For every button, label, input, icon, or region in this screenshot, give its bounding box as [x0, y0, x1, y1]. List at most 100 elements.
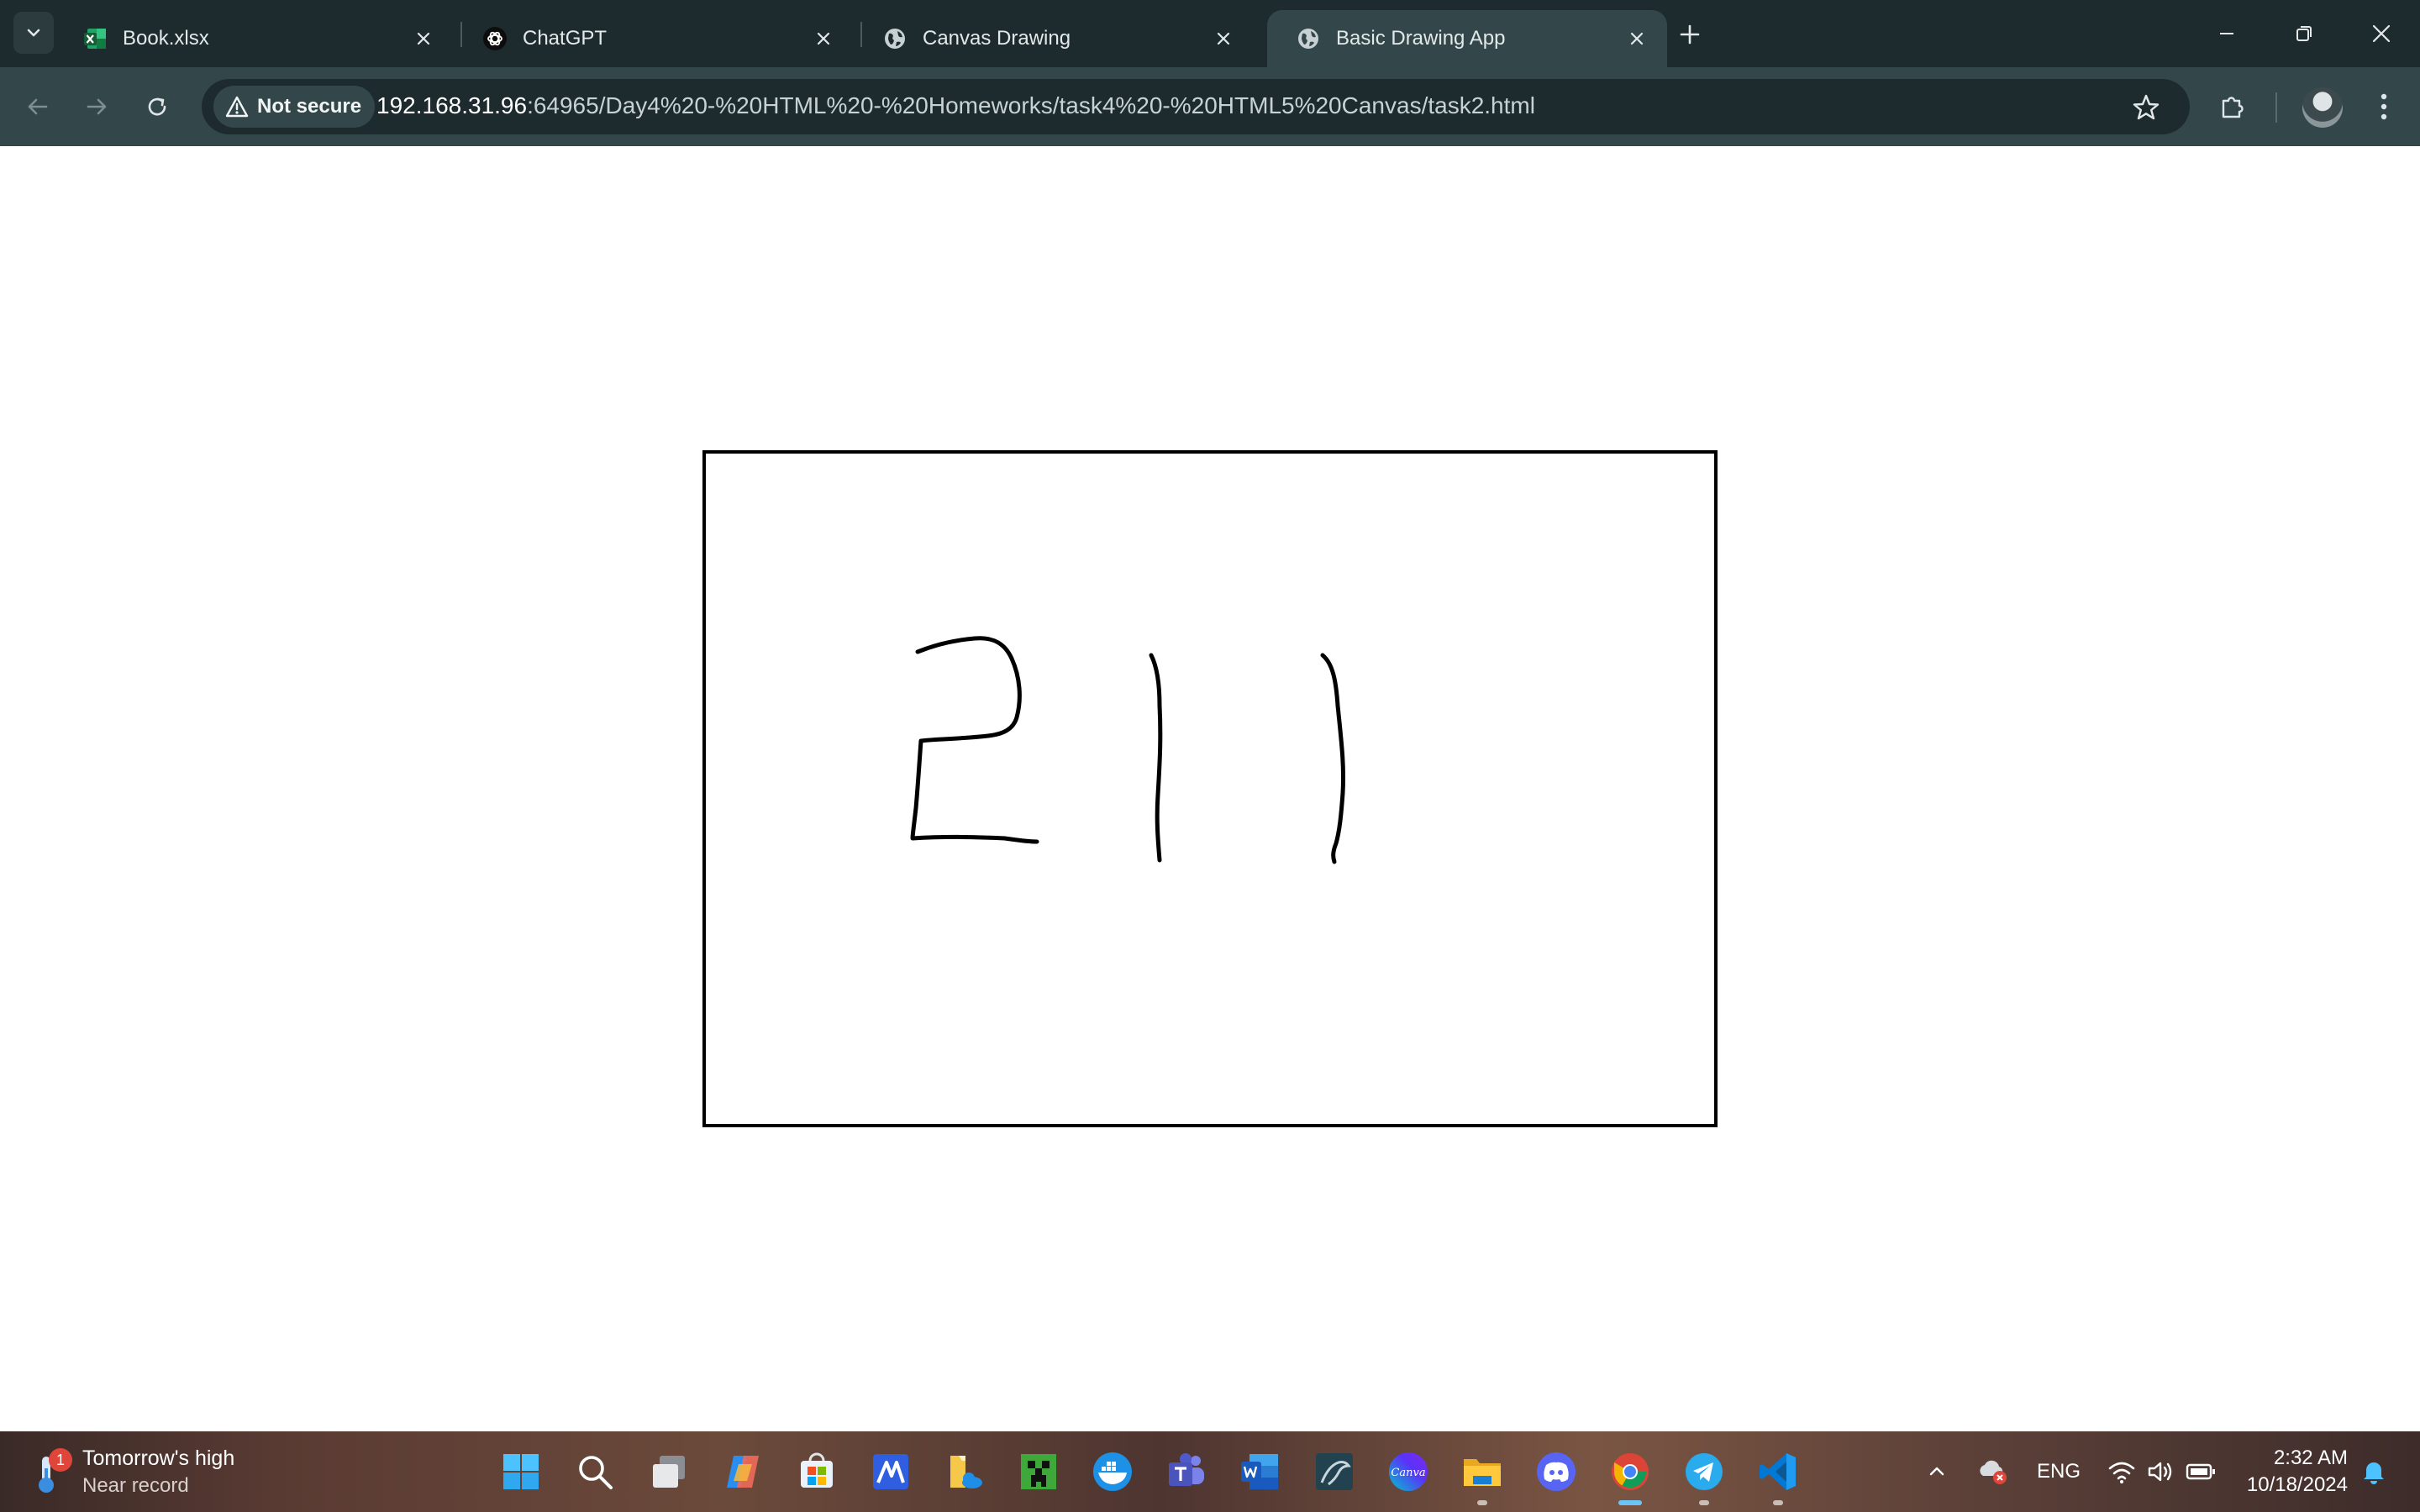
folder-cloud-icon — [950, 1456, 982, 1488]
creeper-icon — [1021, 1454, 1056, 1489]
tab-book-xlsx[interactable]: Book.xlsx — [54, 10, 454, 67]
close-icon[interactable] — [807, 22, 840, 55]
battery-status[interactable] — [2180, 1446, 2222, 1497]
close-icon[interactable] — [1207, 22, 1240, 55]
chatgpt-icon — [482, 26, 508, 51]
weather-widget[interactable]: 1 Tomorrow's high Near record — [30, 1441, 234, 1502]
notifications-button[interactable] — [2353, 1446, 2395, 1497]
stroke-digit-2 — [910, 636, 1039, 844]
telegram-icon — [1686, 1453, 1723, 1490]
running-indicator — [1773, 1500, 1783, 1505]
docker-icon — [1093, 1452, 1132, 1491]
language-indicator[interactable]: ENG — [2037, 1460, 2081, 1483]
docker-button[interactable] — [1087, 1446, 1138, 1497]
running-indicator — [1699, 1500, 1709, 1505]
tab-title: Book.xlsx — [123, 27, 209, 50]
teams-button[interactable] — [1161, 1446, 1212, 1497]
vscode-button[interactable] — [1753, 1446, 1803, 1505]
web-page-content — [0, 146, 2420, 1431]
word-button[interactable] — [1235, 1446, 1286, 1497]
weather-subline: Near record — [82, 1473, 189, 1497]
tab-title: Basic Drawing App — [1336, 27, 1506, 50]
telegram-button[interactable] — [1679, 1446, 1729, 1505]
security-indicator[interactable]: Not secure — [213, 86, 376, 128]
chrome-icon — [1612, 1453, 1649, 1490]
profile-avatar[interactable] — [2302, 87, 2343, 128]
bookmark-star-button[interactable] — [2128, 89, 2165, 126]
m-app-icon — [873, 1454, 908, 1489]
start-button[interactable] — [496, 1446, 546, 1497]
microsoft-store-button[interactable] — [792, 1446, 842, 1497]
discord-icon — [1537, 1452, 1576, 1491]
close-window-button[interactable] — [2348, 8, 2415, 59]
warning-icon — [225, 96, 249, 118]
tab-basic-drawing-app[interactable]: Basic Drawing App — [1267, 10, 1667, 67]
bell-icon — [2364, 1462, 2384, 1484]
forward-button[interactable] — [76, 86, 118, 128]
clock-date: 10/18/2024 — [2246, 1473, 2348, 1496]
tab-search-button[interactable] — [13, 12, 54, 54]
tab-title: Canvas Drawing — [923, 27, 1071, 50]
svg-text:Canva: Canva — [1391, 1467, 1425, 1479]
vscode-icon — [1760, 1453, 1796, 1490]
app-m-button[interactable] — [865, 1446, 916, 1497]
tab-chatgpt[interactable]: ChatGPT — [454, 10, 854, 67]
globe-icon — [1296, 26, 1321, 51]
star-icon — [2133, 94, 2160, 120]
task-view-button[interactable] — [644, 1446, 694, 1497]
url-text[interactable]: 192.168.31.96:64965/Day4%20-%20HTML%20-%… — [376, 92, 1535, 119]
reload-button[interactable] — [136, 86, 178, 128]
restore-button[interactable] — [2270, 8, 2338, 59]
discord-button[interactable] — [1531, 1446, 1581, 1497]
plus-icon — [1680, 24, 1700, 45]
wifi-status[interactable] — [2101, 1446, 2143, 1497]
copilot-button[interactable] — [718, 1446, 768, 1497]
reload-icon — [148, 97, 166, 116]
mysql-workbench-button[interactable] — [1309, 1446, 1360, 1497]
taskbar-search-button[interactable] — [570, 1446, 620, 1497]
running-indicator — [1477, 1500, 1487, 1505]
clock-time: 2:32 AM — [2273, 1446, 2348, 1469]
system-clock[interactable]: 2:32 AM 10/18/2024 — [2247, 1445, 2348, 1499]
mysql-workbench-icon — [1316, 1453, 1353, 1490]
browser-tab-strip: Book.xlsx ChatGPT Canvas Drawing Basic D… — [0, 0, 2420, 67]
canva-icon: Canva — [1389, 1452, 1428, 1491]
canva-button[interactable]: Canva — [1383, 1446, 1434, 1497]
battery-icon — [2186, 1463, 2215, 1480]
windows-icon — [503, 1454, 539, 1489]
active-indicator — [1618, 1500, 1642, 1505]
extensions-button[interactable] — [2210, 86, 2255, 128]
folder-icon — [1464, 1459, 1501, 1486]
weather-headline: Tomorrow's high — [82, 1446, 235, 1470]
close-icon — [2372, 24, 2391, 43]
onedrive-status[interactable] — [1971, 1446, 2013, 1497]
teams-icon — [1169, 1453, 1204, 1486]
chrome-menu-button[interactable] — [2361, 86, 2407, 128]
puzzle-icon — [2222, 97, 2244, 118]
volume-status[interactable] — [2139, 1446, 2181, 1497]
close-icon[interactable] — [1620, 22, 1654, 55]
stroke-digit-1 — [1320, 653, 1346, 864]
drawing-canvas[interactable] — [702, 450, 1718, 1127]
globe-icon — [882, 26, 908, 51]
file-explorer-onedrive-button[interactable] — [939, 1446, 990, 1497]
search-icon — [579, 1456, 613, 1489]
store-icon — [801, 1452, 833, 1488]
show-hidden-icons-button[interactable] — [1916, 1446, 1958, 1497]
cloud-error-icon — [1980, 1460, 2007, 1484]
new-tab-button[interactable] — [1669, 13, 1711, 55]
tab-title: ChatGPT — [523, 27, 608, 50]
minimize-button[interactable] — [2193, 8, 2260, 59]
chrome-button[interactable] — [1605, 1446, 1655, 1505]
close-icon[interactable] — [407, 22, 440, 55]
tab-canvas-drawing[interactable]: Canvas Drawing — [854, 10, 1254, 67]
arrow-right-icon — [87, 98, 107, 115]
back-button[interactable] — [17, 86, 59, 128]
task-view-icon — [653, 1456, 685, 1488]
address-bar[interactable]: Not secure 192.168.31.96:64965/Day4%20-%… — [202, 79, 2190, 134]
minecraft-button[interactable] — [1013, 1446, 1064, 1497]
excel-icon — [82, 26, 108, 51]
chevron-down-icon — [27, 29, 40, 37]
security-label: Not secure — [257, 95, 362, 118]
file-explorer-button[interactable] — [1457, 1446, 1507, 1505]
